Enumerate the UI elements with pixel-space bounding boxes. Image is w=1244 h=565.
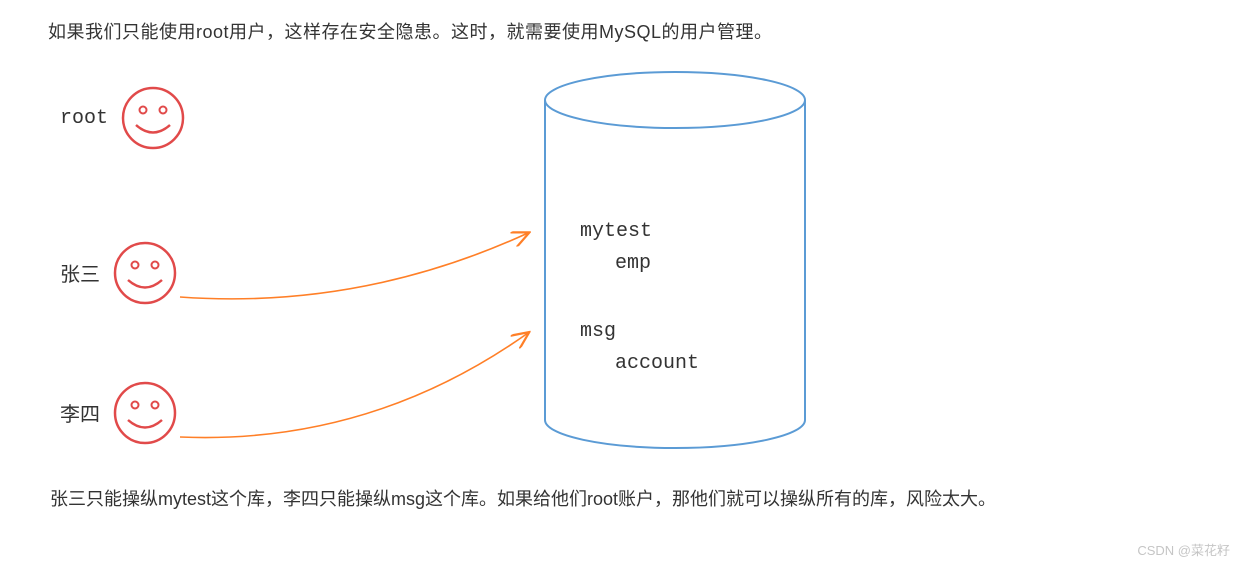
user-zhangsan-label: 张三: [60, 258, 100, 288]
footer-text: 张三只能操纵mytest这个库，李四只能操纵msg这个库。如果给他们root账户…: [50, 486, 1150, 513]
smiley-icon: [118, 83, 188, 153]
db-item-msg: msg: [580, 320, 616, 343]
smiley-icon: [110, 378, 180, 448]
user-zhangsan-row: 张三: [60, 238, 180, 308]
arrow-zhangsan-to-mytest: [180, 233, 528, 299]
watermark: CSDN @菜花籽: [1137, 540, 1230, 559]
user-root-row: root: [60, 83, 188, 153]
intro-text: 如果我们只能使用root用户，这样存在安全隐患。这时，就需要使用MySQL的用户…: [48, 18, 773, 44]
database-cylinder: mytest emp msg account: [540, 70, 810, 450]
db-table-emp: emp: [615, 252, 651, 275]
cylinder-icon: [540, 70, 810, 450]
smiley-icon: [110, 238, 180, 308]
user-lisi-label: 李四: [60, 398, 100, 428]
db-item-mytest: mytest: [580, 220, 652, 243]
arrow-lisi-to-msg: [180, 333, 528, 438]
user-lisi-row: 李四: [60, 378, 180, 448]
user-root-label: root: [60, 107, 108, 130]
db-table-account: account: [615, 352, 699, 375]
